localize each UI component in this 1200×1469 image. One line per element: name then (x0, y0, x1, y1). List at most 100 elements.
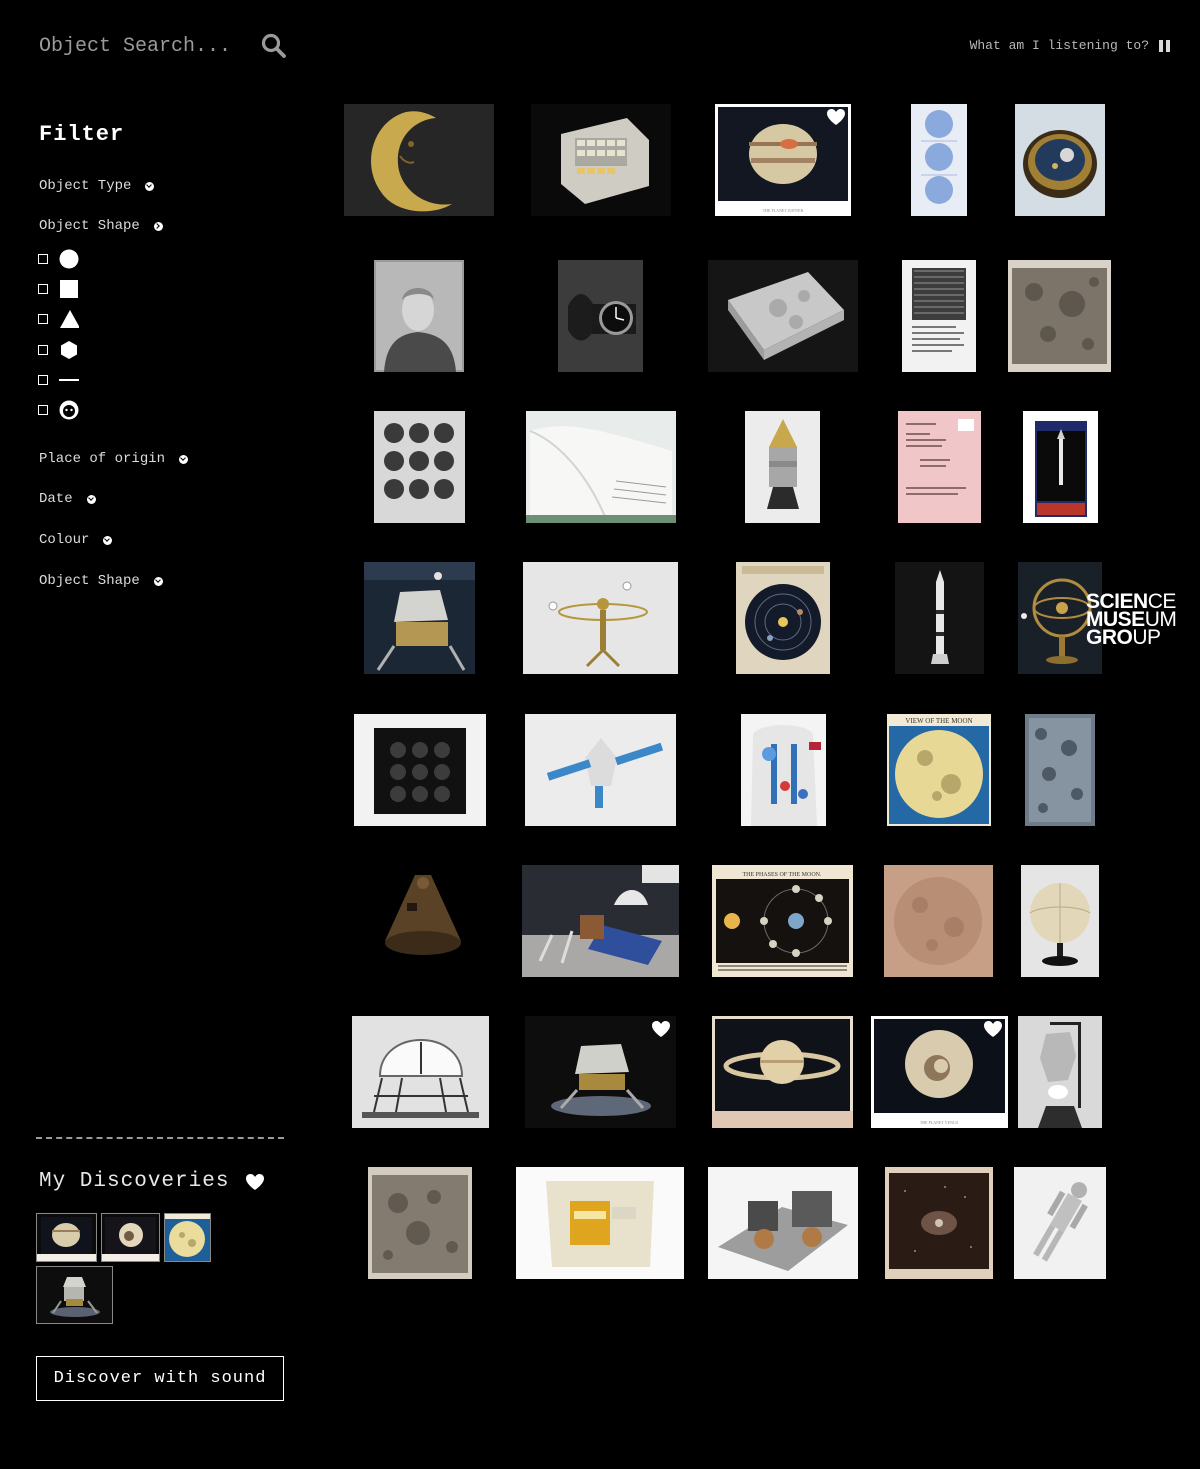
svg-text:THE PLANET VENUS: THE PLANET VENUS (920, 1120, 958, 1125)
search-bar (39, 30, 289, 64)
object-glass-plate[interactable] (354, 714, 486, 826)
filter-label: Object Type (39, 178, 132, 194)
science-museum-group-logo: SCIENCE MUSEUM GROUP (1086, 591, 1177, 649)
object-lunar-module-model[interactable] (525, 1016, 676, 1128)
chevron-right-icon (153, 221, 163, 231)
shape-option-square (38, 279, 79, 299)
discoveries-list (36, 1213, 226, 1324)
shape-option-circle (38, 249, 79, 269)
object-space-food-packet[interactable] (516, 1167, 684, 1279)
filter-label: Place of origin (39, 451, 166, 467)
filter-object-shape-2[interactable]: Object Shape (39, 573, 163, 589)
filter-object-shape[interactable]: Object Shape (39, 218, 163, 234)
shape-option-triangle (38, 309, 79, 329)
listening-label[interactable]: What am I listening to? (970, 38, 1149, 53)
chevron-down-icon (86, 494, 96, 504)
square-shape-icon (59, 279, 79, 299)
face-shape-icon (59, 400, 79, 420)
filter-object-type[interactable]: Object Type (39, 178, 155, 194)
shape-option-line (38, 370, 79, 390)
object-jupiter-print[interactable]: THE PLANET JUPITER (715, 104, 851, 216)
object-pink-memo[interactable] (898, 411, 981, 523)
discoveries-title: My Discoveries (39, 1170, 230, 1193)
svg-text:VIEW OF THE MOON: VIEW OF THE MOON (905, 717, 972, 725)
checkbox[interactable] (38, 284, 48, 294)
discovery-thumb-venus[interactable] (101, 1213, 160, 1262)
object-lunar-terrain-photo[interactable] (1025, 714, 1095, 826)
object-radio-telescope-model[interactable] (352, 1016, 489, 1128)
heart-icon[interactable] (983, 1020, 1003, 1038)
object-orrery-brass[interactable] (1015, 104, 1105, 216)
checkbox[interactable] (38, 345, 48, 355)
filter-colour[interactable]: Colour (39, 532, 113, 548)
divider (36, 1137, 284, 1139)
object-command-module-model[interactable] (745, 411, 820, 523)
heart-icon[interactable] (651, 1020, 671, 1038)
heart-icon (246, 1173, 265, 1190)
checkbox[interactable] (38, 254, 48, 264)
object-nebula-print[interactable] (885, 1167, 993, 1279)
chevron-down-icon (145, 181, 155, 191)
object-solar-system-chart[interactable] (736, 562, 830, 674)
object-view-of-the-moon-print[interactable]: VIEW OF THE MOON (887, 714, 991, 826)
object-moon-surface-photo[interactable] (1008, 260, 1111, 372)
object-moon-crescent[interactable] (344, 104, 494, 216)
shape-option-face (38, 400, 79, 420)
object-lunar-module-exhibit[interactable] (364, 562, 475, 674)
object-document-page[interactable] (902, 260, 976, 372)
discovery-thumb-jupiter[interactable] (36, 1213, 97, 1262)
logo-text: GRO (1086, 626, 1133, 649)
object-lunar-experiment-diorama[interactable] (522, 865, 679, 977)
object-phases-of-the-moon-chart[interactable]: THE PHASES OF THE MOON. (712, 865, 853, 977)
search-icon[interactable] (261, 33, 287, 59)
object-lunar-relief-model[interactable] (708, 260, 858, 372)
object-open-notebook[interactable] (526, 411, 676, 523)
object-blue-print-sheet[interactable] (911, 104, 967, 216)
object-moon-crater-photo[interactable] (368, 1167, 472, 1279)
object-astronaut-figure[interactable] (1014, 1167, 1106, 1279)
circle-shape-icon (59, 249, 79, 269)
search-input[interactable] (39, 30, 249, 62)
object-command-module-capsule[interactable] (375, 865, 470, 977)
shape-option-hexagon (38, 340, 79, 360)
logo-text: UP (1132, 626, 1161, 649)
svg-text:THE PLANET JUPITER: THE PLANET JUPITER (763, 208, 804, 213)
filter-label: Colour (39, 532, 90, 548)
filter-date[interactable]: Date (39, 491, 96, 507)
hexagon-shape-icon (59, 340, 79, 360)
discoveries-header: My Discoveries (39, 1170, 265, 1193)
now-playing: What am I listening to? (970, 38, 1171, 53)
filter-place-of-origin[interactable]: Place of origin (39, 451, 189, 467)
filter-label: Date (39, 491, 73, 507)
object-lunar-globe[interactable] (1021, 865, 1099, 977)
chevron-down-icon (179, 454, 189, 464)
line-shape-icon (59, 370, 79, 390)
object-portrait-engraving[interactable] (374, 260, 464, 372)
pause-icon[interactable] (1159, 39, 1171, 52)
object-meteorite-stand[interactable] (1018, 1016, 1102, 1128)
object-rocket-model-box[interactable] (1023, 411, 1098, 523)
object-satellite-model[interactable] (525, 714, 676, 826)
object-space-computer[interactable] (531, 104, 671, 216)
object-moon-phases-plate[interactable] (374, 411, 465, 523)
svg-text:THE PHASES OF THE MOON.: THE PHASES OF THE MOON. (742, 872, 822, 878)
filter-title: Filter (39, 122, 125, 147)
object-wristwatch[interactable] (558, 260, 643, 372)
object-brass-orrery[interactable] (523, 562, 678, 674)
object-mars-map[interactable] (884, 865, 993, 977)
checkbox[interactable] (38, 375, 48, 385)
discover-with-sound-button[interactable]: Discover with sound (36, 1356, 284, 1401)
object-engine-component[interactable] (708, 1167, 858, 1279)
filter-label: Object Shape (39, 218, 140, 234)
object-saturn-print[interactable] (712, 1016, 853, 1128)
discovery-thumb-moon-map[interactable] (164, 1213, 211, 1262)
discovery-thumb-lunar-module[interactable] (36, 1266, 113, 1324)
object-saturn-v-model[interactable] (895, 562, 984, 674)
triangle-shape-icon (59, 309, 79, 329)
checkbox[interactable] (38, 405, 48, 415)
checkbox[interactable] (38, 314, 48, 324)
heart-icon[interactable] (826, 108, 846, 126)
object-spacesuit[interactable] (741, 714, 826, 826)
object-venus-print[interactable]: THE PLANET VENUS (871, 1016, 1008, 1128)
chevron-down-icon (103, 535, 113, 545)
